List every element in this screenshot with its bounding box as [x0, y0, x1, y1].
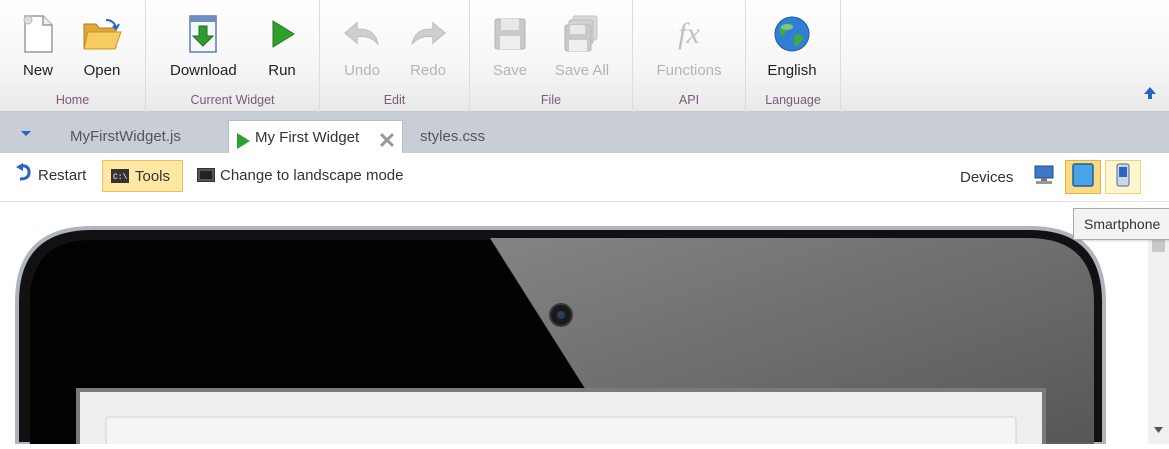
save-all-label: Save All [554, 62, 610, 79]
device-tablet-button[interactable] [1065, 160, 1101, 194]
ribbon-group-api: fx Functions API [633, 0, 746, 112]
save-all-button[interactable]: Save All [550, 8, 614, 84]
tablet-device-icon [1072, 162, 1094, 192]
download-label: Download [170, 62, 237, 79]
globe-icon [772, 14, 812, 54]
devices-label: Devices [960, 169, 1014, 186]
open-label: Open [83, 62, 121, 79]
widget-preview-area [0, 202, 1148, 444]
dropdown-arrow-icon[interactable] [18, 126, 34, 140]
run-play-icon [262, 14, 302, 54]
new-page-icon [18, 14, 58, 54]
tools-label: Tools [135, 168, 171, 185]
tab-myfirstwidget-js[interactable]: MyFirstWidget.js [70, 120, 181, 153]
run-button[interactable]: Run [250, 8, 314, 84]
document-tab-strip: MyFirstWidget.js My First Widget styles.… [0, 112, 1169, 153]
svg-text:C:\: C:\ [113, 173, 128, 182]
tab-styles-css[interactable]: styles.css [420, 120, 485, 153]
smartphone-device-icon [1116, 163, 1130, 192]
group-label-api: API [678, 93, 700, 107]
ribbon-group-edit: Undo Redo Edit [320, 0, 470, 112]
desktop-device-icon [1033, 164, 1055, 191]
redo-button[interactable]: Redo [396, 8, 460, 84]
group-label-edit: Edit [383, 93, 406, 107]
undo-icon [342, 14, 382, 54]
functions-button[interactable]: fx Functions [651, 8, 727, 84]
restart-label: Restart [38, 167, 87, 184]
redo-icon [408, 14, 448, 54]
smartphone-tooltip: Smartphone [1073, 208, 1169, 240]
open-folder-icon [82, 14, 122, 54]
save-all-icon [562, 14, 602, 54]
redo-label: Redo [410, 62, 446, 79]
download-icon [183, 14, 223, 54]
new-label: New [22, 62, 53, 79]
new-button[interactable]: New [6, 8, 70, 84]
functions-fx-icon: fx [678, 17, 700, 50]
tab-label: styles.css [420, 128, 486, 145]
run-label: Run [268, 62, 296, 79]
restart-icon [14, 163, 34, 195]
tools-button[interactable]: C:\ Tools [102, 160, 183, 192]
english-label: English [767, 62, 817, 79]
collapse-arrow-icon[interactable] [1143, 86, 1157, 100]
device-desktop-button[interactable] [1026, 160, 1062, 194]
group-label-language: Language [765, 93, 821, 107]
tab-label: My First Widget [255, 129, 360, 146]
ribbon-group-home: New Open Home [0, 0, 146, 112]
preview-scrollbar[interactable] [1148, 240, 1169, 444]
undo-button[interactable]: Undo [330, 8, 394, 84]
english-button[interactable]: English [760, 8, 824, 84]
landscape-label: Change to landscape mode [220, 167, 404, 184]
preview-toolbar: Restart C:\ Tools Change to landscape mo… [0, 153, 1169, 202]
save-button[interactable]: Save [478, 8, 542, 84]
close-x-icon[interactable] [378, 128, 396, 148]
save-label: Save [492, 62, 528, 79]
save-icon [490, 14, 530, 54]
console-icon: C:\ [111, 163, 129, 195]
functions-label: Functions [656, 62, 722, 79]
group-label-file: File [540, 93, 562, 107]
undo-label: Undo [344, 62, 380, 79]
open-button[interactable]: Open [70, 8, 134, 84]
restart-button[interactable]: Restart [14, 160, 86, 192]
download-button[interactable]: Download [170, 8, 237, 84]
ribbon-group-language: English Language [746, 0, 841, 112]
ribbon-group-current-widget: Download Run Current Widget [146, 0, 320, 112]
group-label-current-widget: Current Widget [190, 93, 275, 107]
group-label-home: Home [55, 93, 90, 107]
tab-my-first-widget[interactable]: My First Widget [228, 120, 403, 153]
ribbon-group-file: Save Save All File [470, 0, 633, 112]
landscape-mode-button[interactable]: Change to landscape mode [197, 160, 403, 192]
ribbon: New Open Home Download Run Current Widge… [0, 0, 1169, 112]
tablet-frame [15, 226, 1106, 444]
device-smartphone-button[interactable] [1105, 160, 1141, 194]
tab-label: MyFirstWidget.js [70, 128, 181, 145]
monitor-icon [197, 162, 215, 194]
